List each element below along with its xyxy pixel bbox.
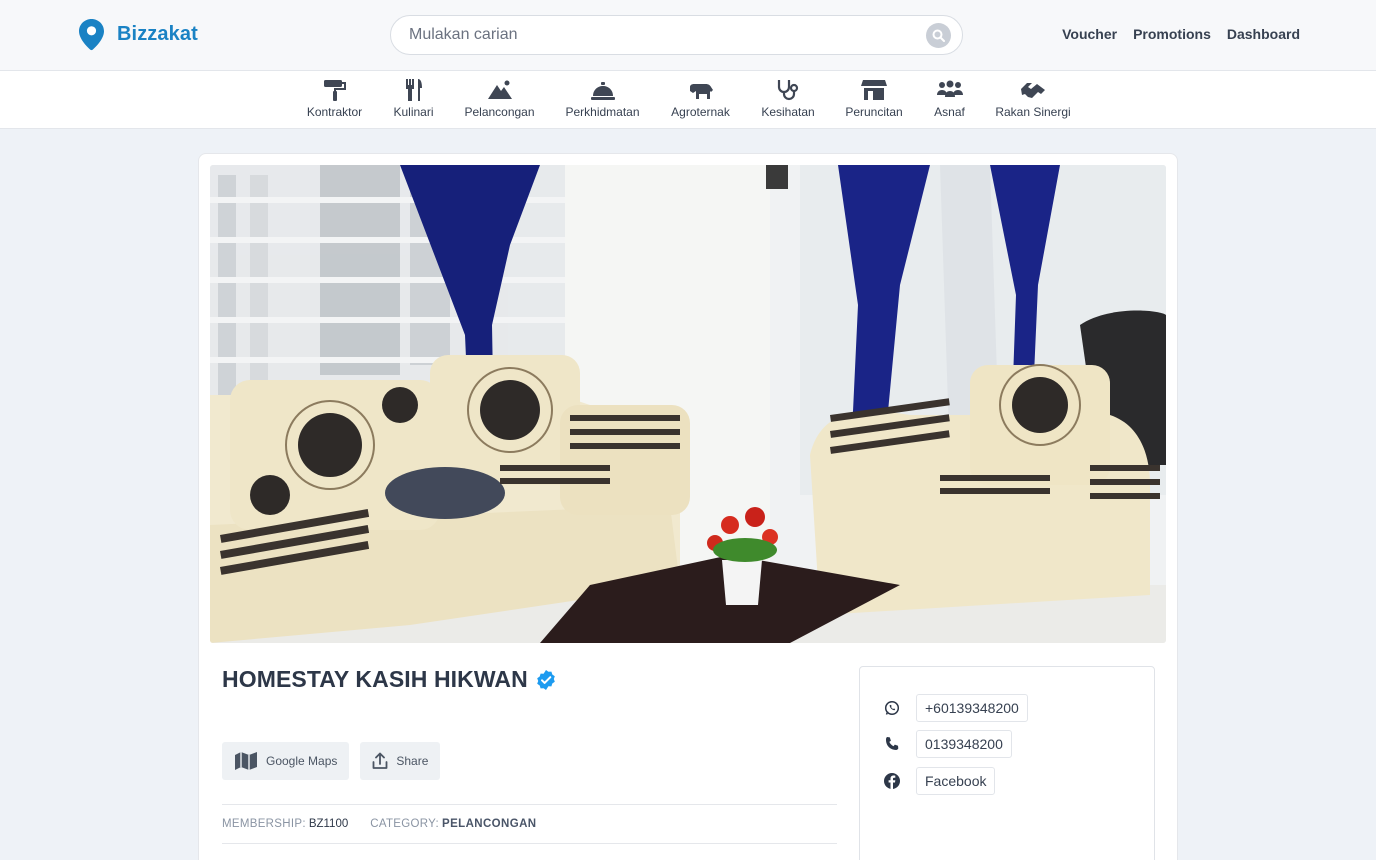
membership-label: MEMBERSHIP: xyxy=(222,818,306,830)
people-group-icon xyxy=(936,80,963,97)
utensils-icon xyxy=(405,79,422,101)
contact-phone-row: 0139348200 xyxy=(882,730,1012,758)
category-label: Rakan Sinergi xyxy=(995,105,1071,119)
cow-icon xyxy=(689,84,713,99)
category-label: Kulinari xyxy=(393,105,434,119)
google-maps-label: Google Maps xyxy=(266,754,338,768)
category-peruncitan[interactable]: Peruncitan xyxy=(845,71,903,129)
facebook-link[interactable]: Facebook xyxy=(916,767,996,795)
whatsapp-icon xyxy=(882,698,902,718)
category-kontraktor[interactable]: Kontraktor xyxy=(306,71,363,129)
nav-dashboard-link[interactable]: Dashboard xyxy=(1227,26,1300,42)
service-bell-icon xyxy=(590,82,615,100)
paint-roller-icon xyxy=(323,80,346,101)
store-icon xyxy=(861,80,887,100)
category-kulinari[interactable]: Kulinari xyxy=(393,71,434,129)
category-label: Pelancongan xyxy=(464,105,535,119)
search-input[interactable] xyxy=(409,16,909,54)
map-icon xyxy=(235,752,257,770)
living-room-photo xyxy=(210,165,1166,643)
category-label: Perkhidmatan xyxy=(565,105,640,119)
category-agroternak[interactable]: Agroternak xyxy=(670,71,731,129)
nav-promotions-link[interactable]: Promotions xyxy=(1133,26,1211,42)
category-pelancongan[interactable]: Pelancongan xyxy=(464,71,535,129)
category-kesihatan[interactable]: Kesihatan xyxy=(761,71,815,129)
search-bar xyxy=(390,15,963,55)
listing-card: HOMESTAY KASIH HIKWAN Google Maps Share … xyxy=(198,153,1178,860)
category-perkhidmatan[interactable]: Perkhidmatan xyxy=(565,71,640,129)
share-button[interactable]: Share xyxy=(360,742,441,780)
brand-name: Bizzakat xyxy=(117,23,198,45)
search-button[interactable] xyxy=(926,23,951,48)
listing-photo xyxy=(210,165,1166,643)
category-value: PELANCONGAN xyxy=(442,818,537,830)
contact-whatsapp-row: +60139348200 xyxy=(882,694,1028,722)
category-label: Agroternak xyxy=(671,105,730,119)
category-asnaf[interactable]: Asnaf xyxy=(933,71,966,129)
share-label: Share xyxy=(396,754,429,768)
category-label: Kontraktor xyxy=(306,105,363,119)
category-label: Peruncitan xyxy=(845,105,903,119)
category-label: Asnaf xyxy=(934,105,965,119)
category-info: CATEGORY: PELANCONGAN xyxy=(370,818,536,830)
mountain-icon xyxy=(487,80,512,99)
stethoscope-icon xyxy=(777,80,799,101)
share-icon xyxy=(372,752,388,769)
category-bar: Kontraktor Kulinari Pelancongan Perkhidm… xyxy=(0,71,1376,129)
listing-title: HOMESTAY KASIH HIKWAN xyxy=(222,666,528,692)
search-icon xyxy=(932,29,945,42)
contact-facebook-row: Facebook xyxy=(882,767,996,795)
membership-value: BZ1100 xyxy=(308,818,349,830)
category-label: Kesihatan xyxy=(761,105,815,119)
listing-actions: Google Maps Share xyxy=(222,742,441,780)
category-rakan-sinergi[interactable]: Rakan Sinergi xyxy=(995,71,1071,129)
google-maps-button[interactable]: Google Maps xyxy=(222,742,350,780)
phone-link[interactable]: 0139348200 xyxy=(916,730,1012,758)
brand-logo-link[interactable]: Bizzakat xyxy=(78,18,198,51)
membership-info: MEMBERSHIP: BZ1100 xyxy=(222,818,348,830)
top-nav: Voucher Promotions Dashboard xyxy=(1062,26,1300,42)
category-label: CATEGORY: xyxy=(370,818,439,830)
verified-badge-icon xyxy=(537,669,555,690)
top-bar: Bizzakat Voucher Promotions Dashboard xyxy=(0,0,1376,71)
contact-panel: +60139348200 0139348200 Facebook xyxy=(859,666,1155,860)
whatsapp-link[interactable]: +60139348200 xyxy=(916,694,1028,722)
facebook-icon xyxy=(882,771,902,791)
nav-voucher-link[interactable]: Voucher xyxy=(1062,26,1117,42)
title-row: HOMESTAY KASIH HIKWAN xyxy=(222,666,556,693)
handshake-icon xyxy=(1021,83,1045,98)
phone-icon xyxy=(882,734,902,754)
map-pin-logo-icon xyxy=(79,19,104,51)
listing-meta: MEMBERSHIP: BZ1100 CATEGORY: PELANCONGAN xyxy=(222,804,837,844)
